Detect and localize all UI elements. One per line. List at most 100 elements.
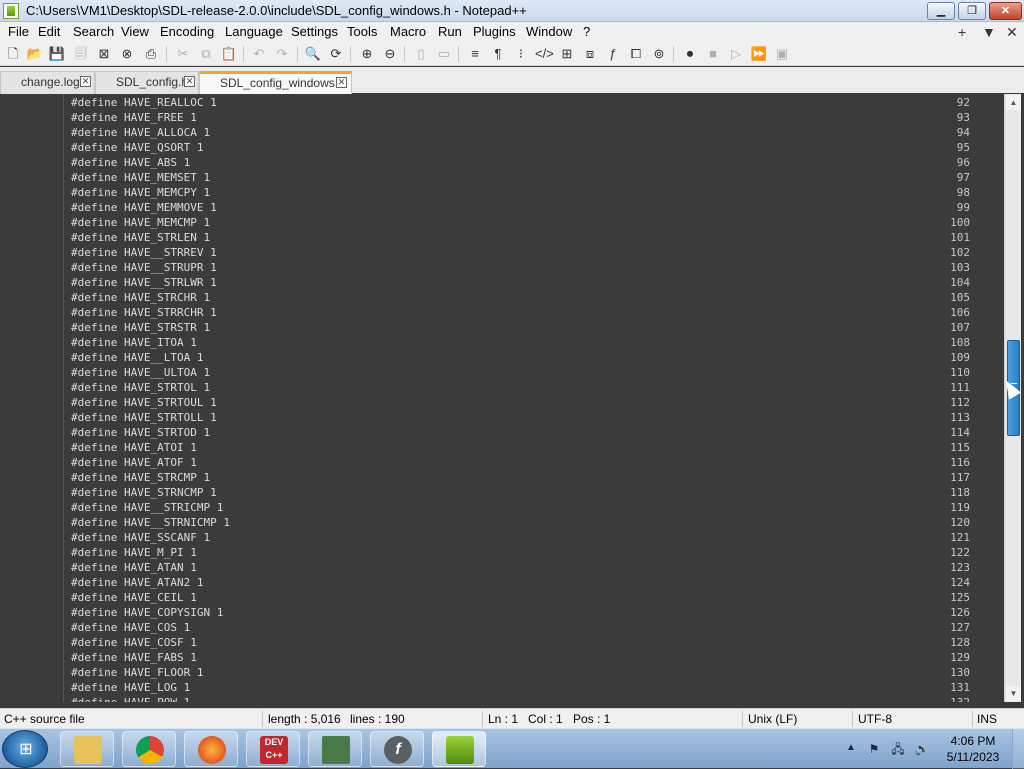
code-line[interactable]: #define HAVE__STRREV 1 — [71, 246, 217, 259]
code-line[interactable]: #define HAVE_CEIL 1 — [71, 591, 197, 604]
code-line[interactable]: #define HAVE_MEMCPY 1 — [71, 186, 210, 199]
undo-icon[interactable]: ↶ — [250, 45, 268, 63]
code-line[interactable]: #define HAVE_STRLEN 1 — [71, 231, 210, 244]
code-line[interactable]: #define HAVE_MEMSET 1 — [71, 171, 210, 184]
notepadpp-app-icon[interactable] — [3, 3, 19, 19]
find-icon[interactable]: 🔍 — [304, 45, 322, 63]
code-line[interactable]: #define HAVE_ITOA 1 — [71, 336, 197, 349]
action-center-flag-icon[interactable]: ⚑ — [866, 741, 882, 757]
code-line[interactable]: #define HAVE_FREE 1 — [71, 111, 197, 124]
menu-help[interactable]: ? — [583, 24, 590, 39]
word-wrap-icon[interactable]: ≡ — [466, 45, 484, 63]
close-document-icon[interactable]: ✕ — [1006, 24, 1018, 41]
tab-sdl-config-windows[interactable]: SDL_config_windows.h ✕ — [199, 71, 352, 94]
menu-encoding[interactable]: Encoding — [160, 24, 214, 39]
menu-tools[interactable]: Tools — [347, 24, 377, 39]
code-line[interactable]: #define HAVE_ATAN2 1 — [71, 576, 203, 589]
network-icon[interactable]: 🖧 — [890, 741, 906, 757]
code-line[interactable]: #define HAVE_POW 1 — [71, 696, 190, 702]
tab-close-icon[interactable]: ✕ — [184, 76, 195, 87]
code-line[interactable]: #define HAVE_ABS 1 — [71, 156, 190, 169]
close-icon[interactable]: ⊠ — [95, 45, 113, 63]
taskbar-notepadpp[interactable] — [432, 731, 486, 767]
taskbar-remote-desktop[interactable] — [308, 731, 362, 767]
code-line[interactable]: #define HAVE__STRLWR 1 — [71, 276, 217, 289]
code-line[interactable]: #define HAVE_STRTOL 1 — [71, 381, 210, 394]
code-line[interactable]: #define HAVE_COPYSIGN 1 — [71, 606, 223, 619]
start-button[interactable]: ⊞ — [2, 730, 48, 768]
close-all-icon[interactable]: ⊗ — [118, 45, 136, 63]
replace-icon[interactable]: ⟳ — [327, 45, 345, 63]
code-line[interactable]: #define HAVE_STRCMP 1 — [71, 471, 210, 484]
cut-icon[interactable]: ✂ — [174, 45, 192, 63]
menu-view[interactable]: View — [121, 24, 149, 39]
open-file-icon[interactable]: 📂 — [26, 45, 44, 63]
show-hidden-icons-icon[interactable]: ▲ — [846, 742, 856, 753]
close-button[interactable]: ✕ — [989, 2, 1022, 20]
tab-close-icon[interactable]: ✕ — [336, 77, 347, 88]
menu-file[interactable]: File — [8, 24, 29, 39]
code-line[interactable]: #define HAVE_SSCANF 1 — [71, 531, 210, 544]
status-eol[interactable]: Unix (LF) — [748, 712, 797, 726]
user-defined-language-icon[interactable]: </> — [535, 45, 554, 63]
taskbar-firefox[interactable] — [184, 731, 238, 767]
indent-guide-icon[interactable]: ⁝ — [512, 45, 530, 63]
vertical-scrollbar[interactable]: ▲ ▼ — [1004, 94, 1021, 702]
new-file-icon[interactable]: 🗋 — [4, 45, 22, 63]
menu-language[interactable]: Language — [225, 24, 283, 39]
folder-as-workspace-icon[interactable]: ⊚ — [650, 45, 668, 63]
tab-sdl-config[interactable]: SDL_config.h ✕ — [95, 71, 199, 94]
code-line[interactable]: #define HAVE_COS 1 — [71, 621, 190, 634]
tab-change-log[interactable]: change.log ✕ — [0, 71, 95, 94]
stop-record-icon[interactable]: ■ — [704, 45, 722, 63]
save-icon[interactable]: 💾 — [48, 45, 66, 63]
code-line[interactable]: #define HAVE_MEMCMP 1 — [71, 216, 210, 229]
monitoring-icon[interactable]: ⧠ — [627, 45, 645, 63]
code-line[interactable]: #define HAVE__STRICMP 1 — [71, 501, 223, 514]
code-line[interactable]: #define HAVE_QSORT 1 — [71, 141, 203, 154]
clock-date[interactable]: 5/11/2023 — [940, 750, 1006, 764]
new-tab-plus-icon[interactable]: + — [958, 24, 966, 40]
code-line[interactable]: #define HAVE_ATAN 1 — [71, 561, 197, 574]
code-line[interactable]: #define HAVE__STRUPR 1 — [71, 261, 217, 274]
code-line[interactable]: #define HAVE_REALLOC 1 — [71, 96, 217, 109]
function-list-icon[interactable]: ƒ — [604, 45, 622, 63]
save-all-icon[interactable]: 🗐 — [72, 45, 90, 63]
status-encoding[interactable]: UTF-8 — [858, 712, 892, 726]
sync-horizontal-icon[interactable]: ▭ — [435, 45, 453, 63]
text-editor[interactable]: 92 #define HAVE_REALLOC 1 93 #define HAVE_F… — [0, 94, 1004, 702]
taskbar-explorer[interactable] — [60, 731, 114, 767]
play-macro-icon[interactable]: ▷ — [727, 45, 745, 63]
zoom-out-icon[interactable]: ⊖ — [381, 45, 399, 63]
volume-icon[interactable]: 🔊 — [914, 741, 930, 757]
menu-plugins[interactable]: Plugins — [473, 24, 516, 39]
code-line[interactable]: #define HAVE_FABS 1 — [71, 651, 197, 664]
maximize-button[interactable]: ❐ — [958, 2, 986, 20]
tab-list-dropdown-icon[interactable]: ▼ — [982, 24, 996, 40]
show-all-chars-icon[interactable]: ¶ — [489, 45, 507, 63]
code-line[interactable]: #define HAVE_ALLOCA 1 — [71, 126, 210, 139]
redo-icon[interactable]: ↷ — [273, 45, 291, 63]
scroll-down-arrow-icon[interactable]: ▼ — [1006, 686, 1021, 701]
minimize-button[interactable]: ▁ — [927, 2, 955, 20]
code-line[interactable]: #define HAVE_COSF 1 — [71, 636, 197, 649]
menu-run[interactable]: Run — [438, 24, 462, 39]
code-line[interactable]: #define HAVE__ULTOA 1 — [71, 366, 210, 379]
show-desktop-button[interactable] — [1012, 729, 1024, 769]
code-line[interactable]: #define HAVE_ATOF 1 — [71, 456, 197, 469]
code-line[interactable]: #define HAVE_STRNCMP 1 — [71, 486, 217, 499]
taskbar-devcpp[interactable]: DEV C++ — [246, 731, 300, 767]
clock-time[interactable]: 4:06 PM — [940, 734, 1006, 748]
taskbar-chrome[interactable] — [122, 731, 176, 767]
tab-close-icon[interactable]: ✕ — [80, 76, 91, 87]
taskbar-flash[interactable]: f — [370, 731, 424, 767]
scroll-up-arrow-icon[interactable]: ▲ — [1006, 95, 1021, 110]
code-line[interactable]: #define HAVE_STRTOLL 1 — [71, 411, 217, 424]
code-line[interactable]: #define HAVE_FLOOR 1 — [71, 666, 203, 679]
copy-icon[interactable]: ⧉ — [197, 45, 215, 63]
sync-vertical-icon[interactable]: ▯ — [412, 45, 430, 63]
code-line[interactable]: #define HAVE_STRTOUL 1 — [71, 396, 217, 409]
code-line[interactable]: #define HAVE_STRCHR 1 — [71, 291, 210, 304]
status-insert-mode[interactable]: INS — [977, 712, 997, 726]
menu-settings[interactable]: Settings — [291, 24, 338, 39]
